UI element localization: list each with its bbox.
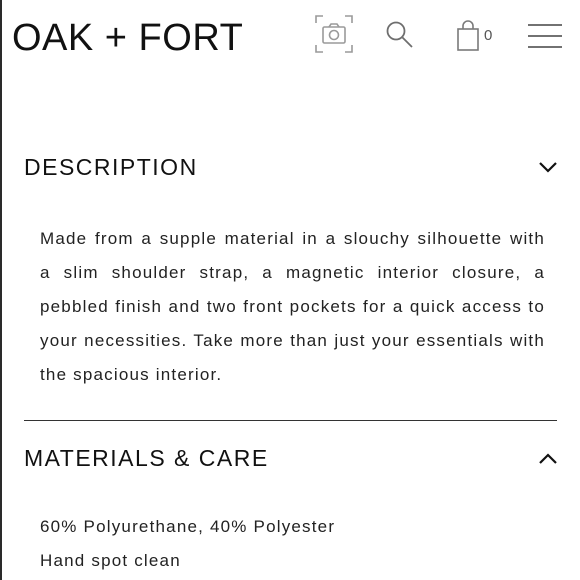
description-accordion-header[interactable]: DESCRIPTION — [24, 147, 560, 187]
materials-accordion-header[interactable]: MATERIALS & CARE — [24, 438, 560, 478]
menu-button[interactable] — [527, 22, 563, 50]
hamburger-menu-icon — [528, 24, 562, 48]
chevron-down-icon — [539, 162, 557, 173]
care-instructions: Hand spot clean — [40, 551, 181, 570]
section-divider — [24, 420, 557, 421]
description-title: DESCRIPTION — [24, 154, 198, 180]
materials-content: 60% Polyurethane, 40% Polyester Hand spo… — [40, 510, 540, 578]
camera-scan-icon — [315, 15, 353, 53]
cart-button[interactable]: 0 — [456, 20, 500, 52]
brand-logo[interactable]: OAK + FORT — [12, 14, 243, 62]
search-button[interactable] — [385, 20, 415, 50]
shopping-bag-icon — [457, 20, 479, 51]
visual-search-button[interactable] — [314, 14, 354, 54]
left-edge-border — [0, 0, 2, 580]
search-icon — [386, 21, 413, 48]
description-text: Made from a supple material in a slouchy… — [40, 229, 545, 384]
cart-count: 0 — [484, 27, 493, 44]
site-header: OAK + FORT 0 — [0, 0, 580, 80]
chevron-up-icon — [539, 453, 557, 464]
materials-composition: 60% Polyurethane, 40% Polyester — [40, 517, 336, 536]
materials-title: MATERIALS & CARE — [24, 445, 269, 471]
